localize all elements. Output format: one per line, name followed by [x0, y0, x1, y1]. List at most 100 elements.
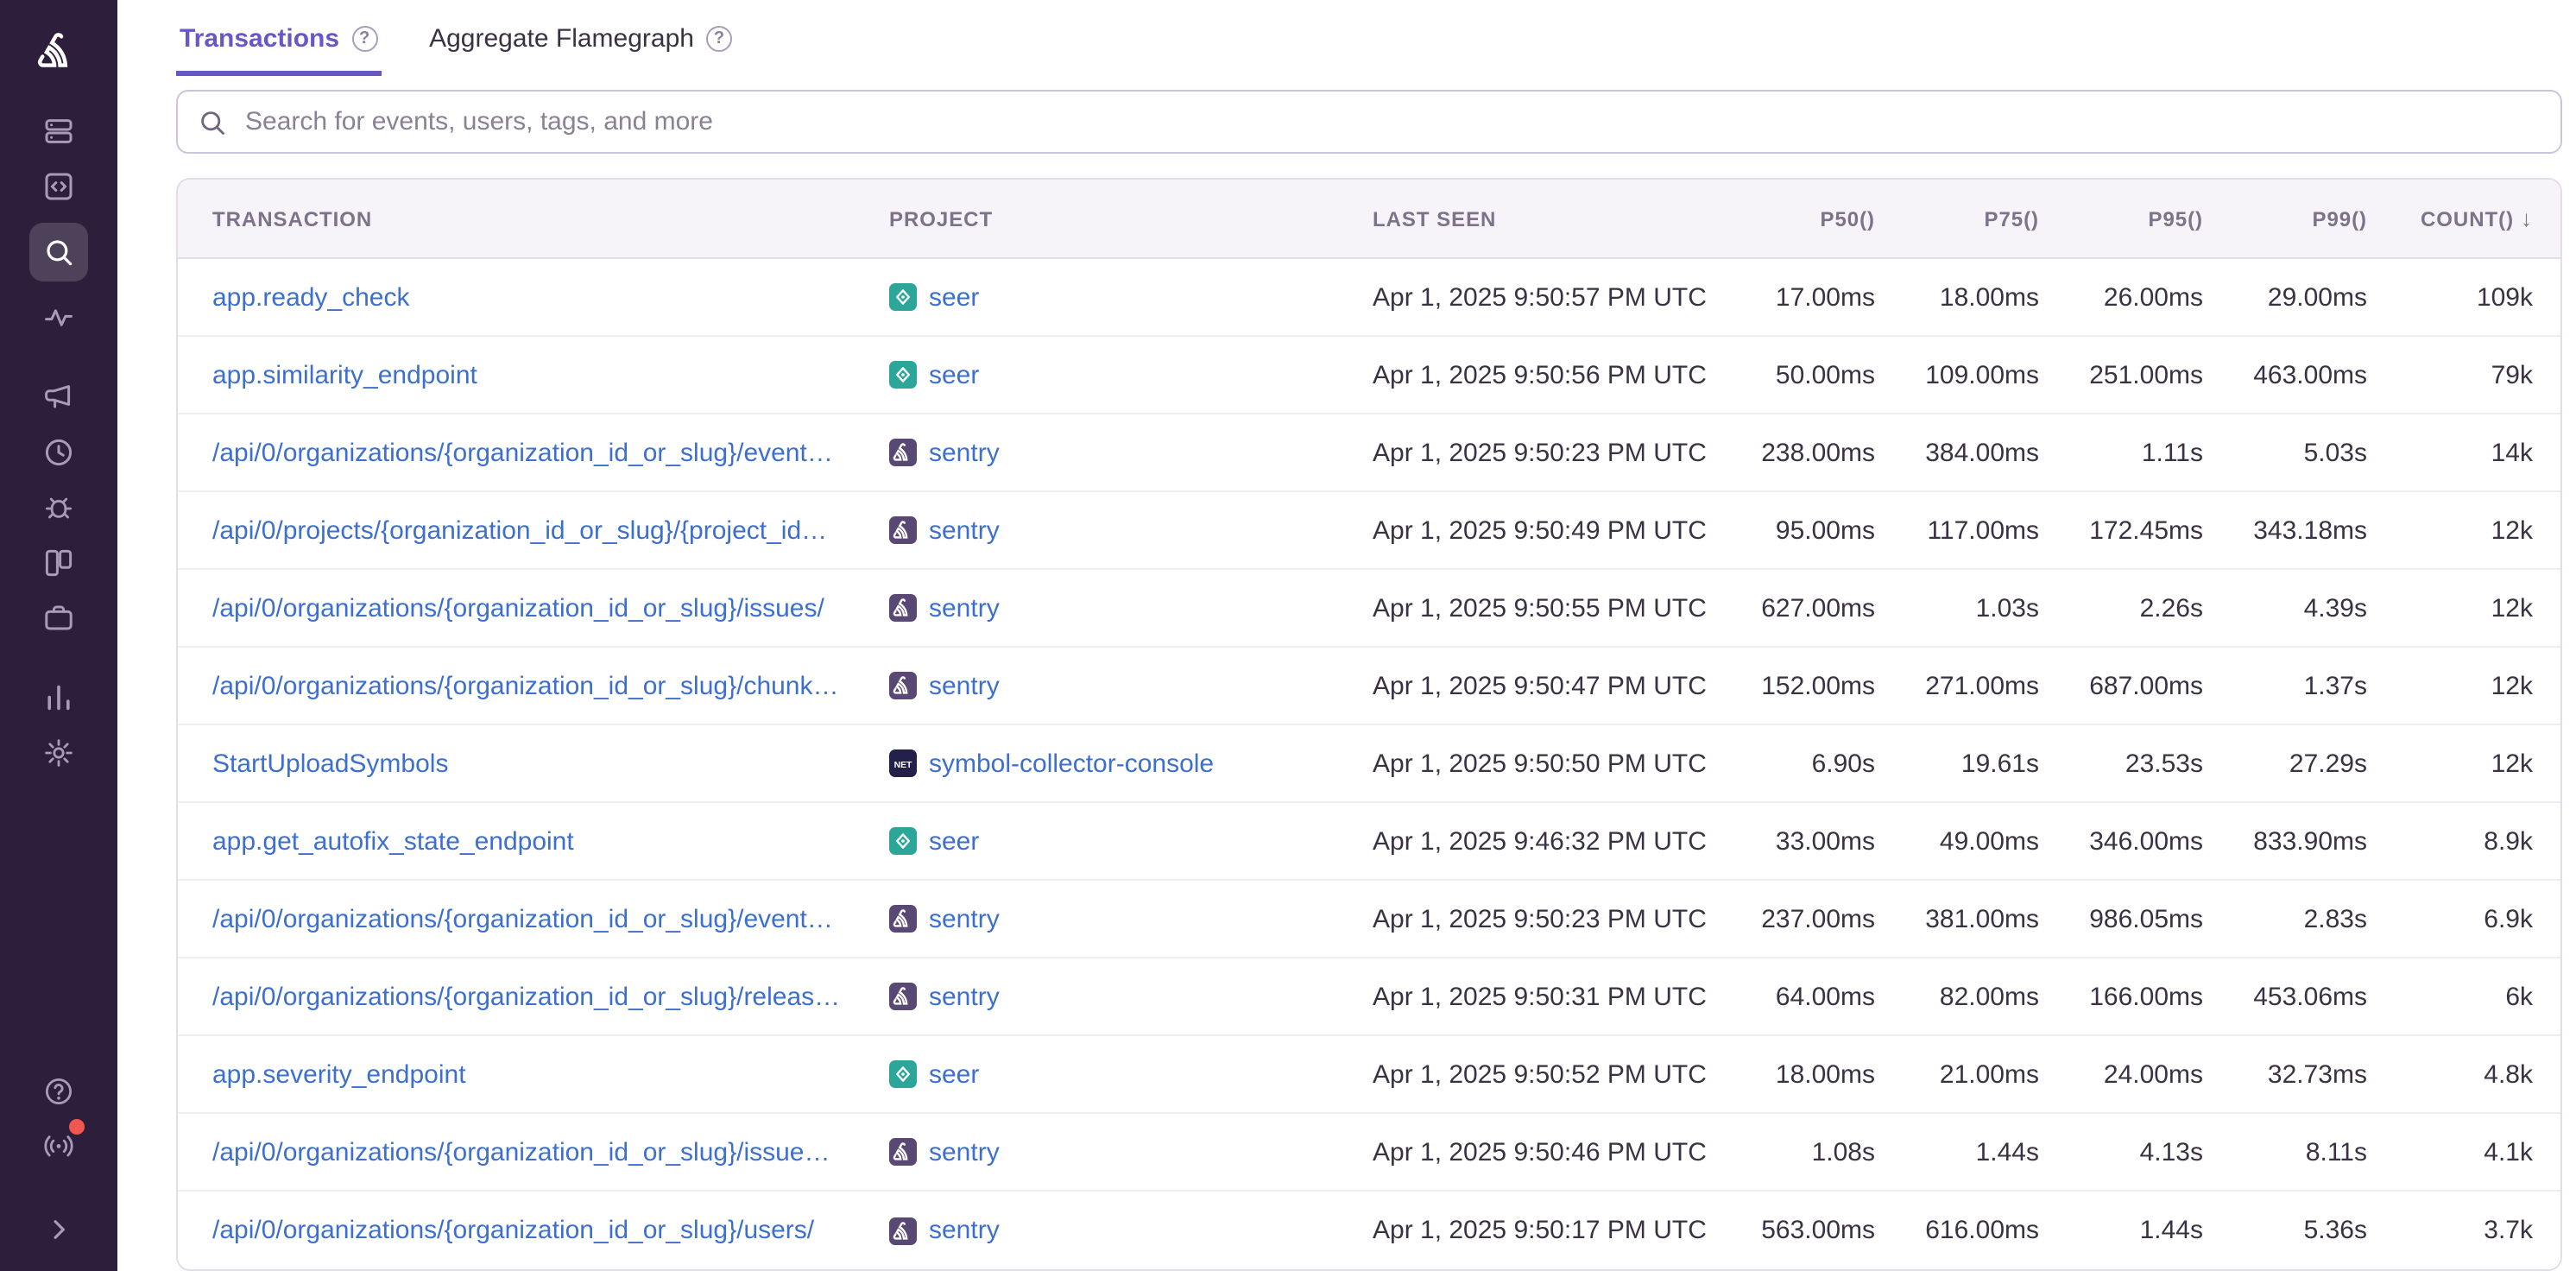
transaction-link[interactable]: app.severity_endpoint — [212, 1059, 466, 1089]
p95-cell: 1.44s — [2039, 1216, 2203, 1245]
transaction-link[interactable]: /api/0/organizations/{organization_id_or… — [212, 1216, 814, 1245]
gear-icon — [43, 737, 74, 768]
table-row: /api/0/organizations/{organization_id_or… — [178, 881, 2560, 958]
column-header-p50[interactable]: P50() — [1711, 206, 1875, 231]
tab-transactions[interactable]: Transactions ? — [176, 21, 381, 76]
sidebar-expand-button[interactable] — [31, 1202, 86, 1257]
seer-project-icon — [889, 1060, 917, 1088]
p95-cell: 687.00ms — [2039, 671, 2203, 700]
sidebar-button-settings[interactable] — [31, 725, 86, 781]
project-link[interactable]: sentry — [929, 671, 1000, 700]
p75-cell: 1.44s — [1875, 1137, 2039, 1167]
sidebar-button-issues[interactable] — [31, 104, 86, 159]
p50-cell: 238.00ms — [1711, 438, 1875, 467]
project-link[interactable]: sentry — [929, 593, 1000, 623]
sidebar — [0, 0, 117, 1271]
p99-cell: 27.29s — [2203, 749, 2367, 778]
sidebar-button-whats-new[interactable] — [31, 1119, 86, 1174]
count-cell: 6.9k — [2367, 904, 2560, 933]
transaction-link[interactable]: app.get_autofix_state_endpoint — [212, 826, 574, 856]
column-header-last-seen[interactable]: LAST SEEN — [1373, 206, 1711, 231]
project-link[interactable]: sentry — [929, 982, 1000, 1011]
sidebar-button-crons[interactable] — [31, 480, 86, 535]
p50-cell: 95.00ms — [1711, 515, 1875, 545]
broadcast-icon — [43, 1131, 74, 1162]
p75-cell: 21.00ms — [1875, 1059, 2039, 1089]
last-seen-cell: Apr 1, 2025 9:50:31 PM UTC — [1373, 982, 1711, 1011]
transaction-link[interactable]: /api/0/organizations/{organization_id_or… — [212, 438, 833, 467]
tab-aggregate-flamegraph[interactable]: Aggregate Flamegraph ? — [426, 21, 736, 76]
sentry-logo-button[interactable] — [24, 17, 93, 86]
column-header-transaction[interactable]: TRANSACTION — [178, 206, 889, 231]
table-row: /api/0/organizations/{organization_id_or… — [178, 958, 2560, 1036]
project-link[interactable]: symbol-collector-console — [929, 749, 1214, 778]
sidebar-button-dashboards[interactable] — [31, 535, 86, 591]
transaction-link[interactable]: /api/0/organizations/{organization_id_or… — [212, 593, 824, 623]
search-input[interactable] — [242, 105, 2540, 138]
count-cell: 109k — [2367, 282, 2560, 312]
column-header-count[interactable]: COUNT() ↓ — [2367, 206, 2560, 231]
profiling-page: Transactions ? Aggregate Flamegraph ? TR… — [117, 0, 2576, 1271]
sidebar-button-insights[interactable] — [31, 591, 86, 646]
sidebar-button-performance[interactable] — [31, 290, 86, 345]
transaction-link[interactable]: /api/0/organizations/{organization_id_or… — [212, 671, 839, 700]
sidebar-button-projects[interactable] — [31, 159, 86, 214]
transaction-link[interactable]: /api/0/projects/{organization_id_or_slug… — [212, 515, 827, 545]
last-seen-cell: Apr 1, 2025 9:46:32 PM UTC — [1373, 826, 1711, 856]
count-cell: 4.1k — [2367, 1137, 2560, 1167]
project-link[interactable]: sentry — [929, 438, 1000, 467]
transaction-link[interactable]: app.ready_check — [212, 282, 410, 312]
column-header-p95[interactable]: P95() — [2039, 206, 2203, 231]
count-cell: 12k — [2367, 593, 2560, 623]
table-row: /api/0/organizations/{organization_id_or… — [178, 648, 2560, 725]
column-header-p99[interactable]: P99() — [2203, 206, 2367, 231]
project-link[interactable]: sentry — [929, 1137, 1000, 1167]
table-body: app.ready_check seer Apr 1, 2025 9:50:57… — [178, 259, 2560, 1269]
search-bar[interactable] — [176, 90, 2562, 154]
p95-cell: 2.26s — [2039, 593, 2203, 623]
table-row: StartUploadSymbols NET symbol-collector-… — [178, 725, 2560, 803]
count-cell: 6k — [2367, 982, 2560, 1011]
project-link[interactable]: sentry — [929, 515, 1000, 545]
sidebar-button-feedback[interactable] — [31, 370, 86, 425]
code-brackets-icon — [43, 171, 74, 202]
sidebar-button-help[interactable] — [31, 1064, 86, 1119]
count-cell: 12k — [2367, 749, 2560, 778]
project-link[interactable]: seer — [929, 360, 979, 389]
transaction-link[interactable]: /api/0/organizations/{organization_id_or… — [212, 982, 840, 1011]
p95-cell: 166.00ms — [2039, 982, 2203, 1011]
p95-cell: 26.00ms — [2039, 282, 2203, 312]
transaction-link[interactable]: /api/0/organizations/{organization_id_or… — [212, 904, 833, 933]
search-icon — [199, 108, 226, 136]
table-row: /api/0/organizations/{organization_id_or… — [178, 1192, 2560, 1269]
sidebar-button-explore[interactable] — [29, 223, 88, 281]
sidebar-button-stats[interactable] — [31, 670, 86, 725]
notification-dot — [69, 1119, 85, 1135]
p95-cell: 346.00ms — [2039, 826, 2203, 856]
p50-cell: 1.08s — [1711, 1137, 1875, 1167]
sidebar-group-secondary — [31, 370, 86, 646]
sentry-project-icon — [889, 439, 917, 466]
project-link[interactable]: seer — [929, 826, 979, 856]
help-icon[interactable]: ? — [706, 26, 732, 52]
sentry-project-icon — [889, 905, 917, 933]
help-icon[interactable]: ? — [351, 26, 377, 52]
project-link[interactable]: sentry — [929, 1216, 1000, 1245]
p99-cell: 833.90ms — [2203, 826, 2367, 856]
last-seen-cell: Apr 1, 2025 9:50:52 PM UTC — [1373, 1059, 1711, 1089]
sidebar-button-replays[interactable] — [31, 425, 86, 480]
project-link[interactable]: seer — [929, 1059, 979, 1089]
history-clock-icon — [43, 437, 74, 468]
column-header-p75[interactable]: P75() — [1875, 206, 2039, 231]
project-link[interactable]: seer — [929, 282, 979, 312]
transaction-link[interactable]: /api/0/organizations/{organization_id_or… — [212, 1137, 830, 1167]
table-header: TRANSACTION PROJECT LAST SEEN P50() P75(… — [178, 180, 2560, 259]
p50-cell: 627.00ms — [1711, 593, 1875, 623]
column-header-project[interactable]: PROJECT — [889, 206, 1373, 231]
sentry-logo — [36, 29, 81, 74]
count-cell: 12k — [2367, 671, 2560, 700]
transaction-link[interactable]: app.similarity_endpoint — [212, 360, 477, 389]
transaction-link[interactable]: StartUploadSymbols — [212, 749, 448, 778]
transactions-table: TRANSACTION PROJECT LAST SEEN P50() P75(… — [176, 178, 2562, 1271]
project-link[interactable]: sentry — [929, 904, 1000, 933]
